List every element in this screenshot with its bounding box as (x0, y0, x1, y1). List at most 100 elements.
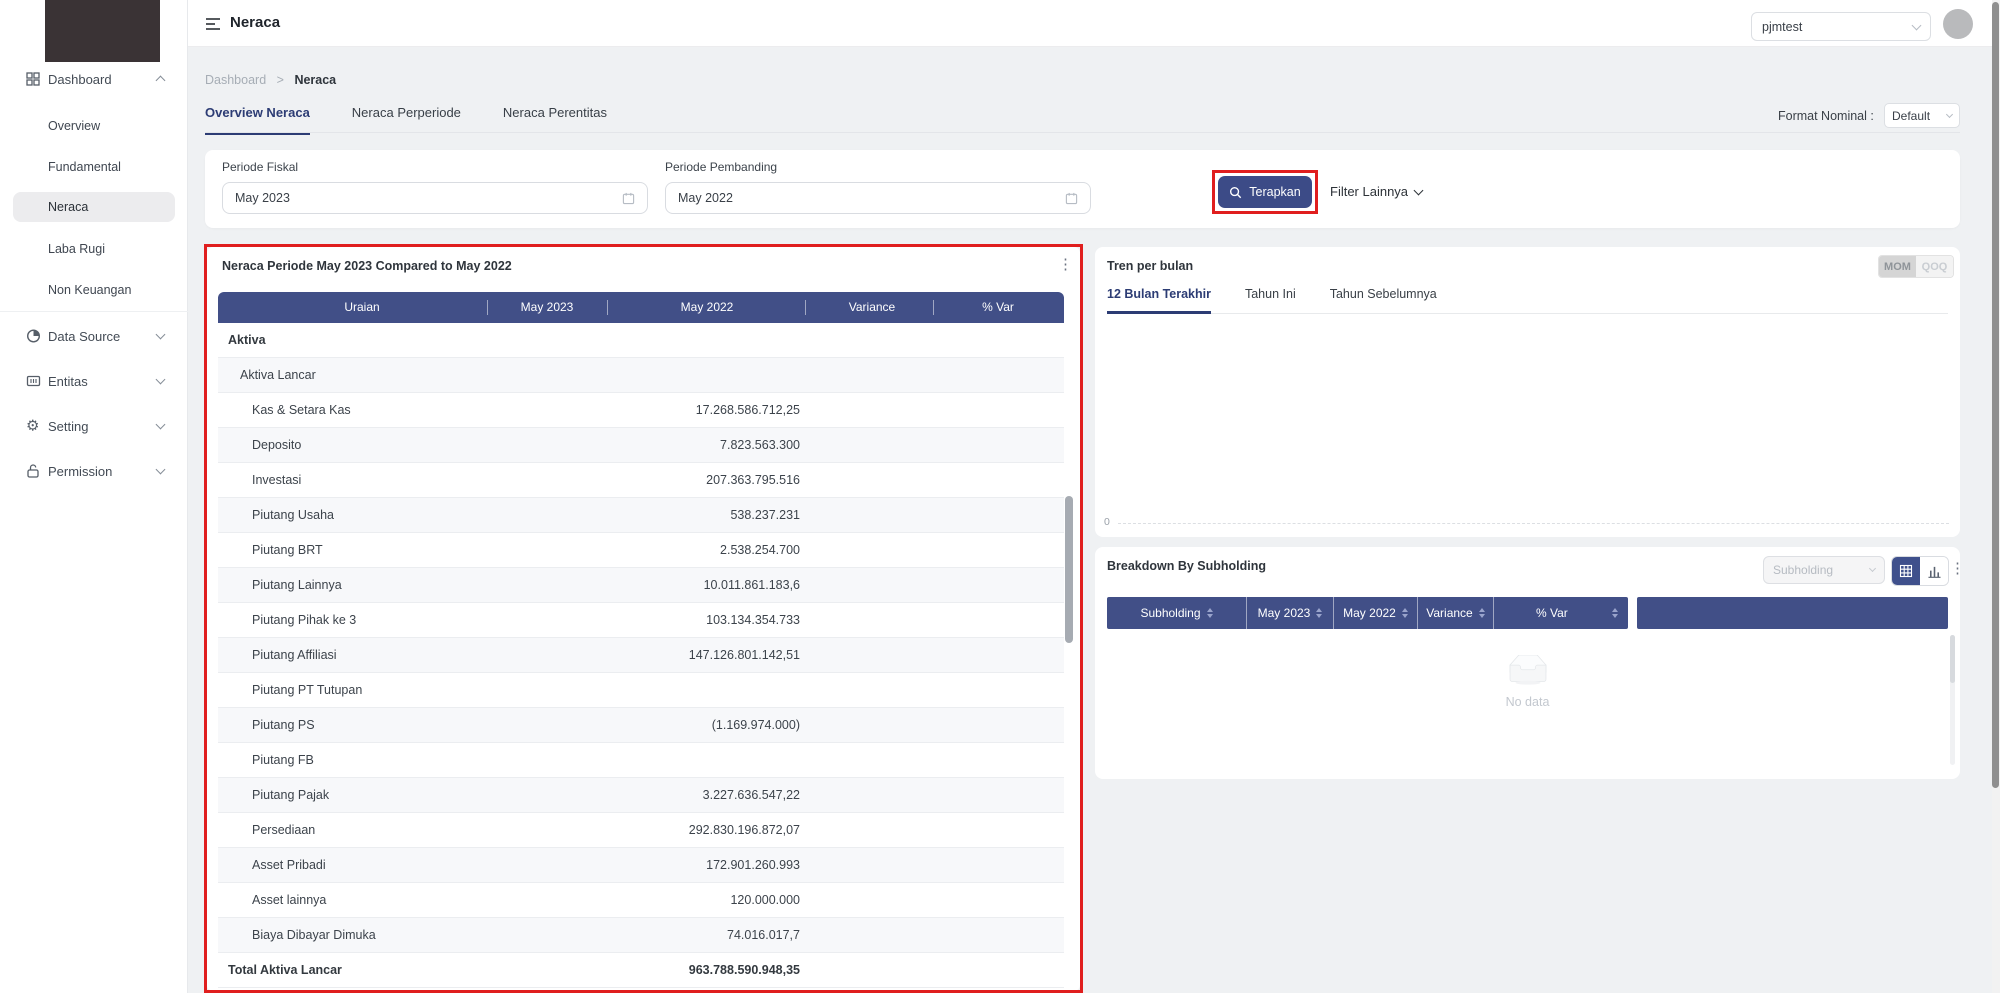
tab-12-bulan-terakhir[interactable]: 12 Bulan Terakhir (1107, 287, 1211, 314)
table-row: Aktiva Lancar (218, 358, 1064, 393)
calendar-icon (1065, 192, 1078, 205)
sidebar-item-data-source[interactable]: Data Source (0, 321, 188, 351)
mom-button[interactable]: MOM (1879, 256, 1916, 277)
filter-card: Periode Fiskal May 2023 Periode Pembandi… (205, 150, 1960, 228)
chart-view-button[interactable] (1920, 557, 1948, 585)
tren-card-title: Tren per bulan (1107, 259, 1193, 273)
table-row: Kas & Setara Kas17.268.586.712,25 (218, 393, 1064, 428)
header-filler (1637, 597, 1948, 629)
col-uraian: Uraian (344, 300, 379, 314)
subholding-select[interactable]: Subholding (1763, 556, 1885, 584)
gear-icon: ⚙ (26, 419, 39, 434)
menu-fold-icon[interactable] (205, 17, 221, 36)
tren-tabs: 12 Bulan Terakhir Tahun Ini Tahun Sebelu… (1107, 287, 1948, 314)
col-pct-var[interactable]: % Var (1494, 597, 1628, 629)
page-scrollbar[interactable] (1992, 2, 1999, 788)
breakdown-scrollbar[interactable] (1950, 635, 1955, 683)
chevron-down-icon (1912, 20, 1922, 30)
breadcrumb: Dashboard > Neraca (205, 73, 336, 87)
sidebar-item-entitas[interactable]: Entitas (0, 366, 188, 396)
table-row: Piutang Pihak ke 3103.134.354.733 (218, 603, 1064, 638)
tab-neraca-perentitas[interactable]: Neraca Perentitas (503, 105, 607, 135)
breadcrumb-item[interactable]: Dashboard (205, 73, 266, 87)
table-row: Piutang PS(1.169.974.000) (218, 708, 1064, 743)
tab-overview-neraca[interactable]: Overview Neraca (205, 105, 310, 135)
table-scrollbar[interactable] (1065, 496, 1073, 643)
breakdown-table-header: Subholding May 2023 May 2022 Variance % … (1107, 597, 1948, 629)
table-row: Asset Pribadi172.901.260.993 (218, 848, 1064, 883)
table-view-icon (1899, 564, 1913, 578)
mom-qoq-toggle: MOM QOQ (1878, 255, 1954, 278)
app-root: Dashboard Overview Fundamental Neraca La… (0, 0, 2000, 993)
sidebar-item-neraca[interactable]: Neraca (13, 192, 175, 222)
col-may-2022: May 2022 (681, 300, 734, 314)
table-row: Piutang Usaha538.237.231 (218, 498, 1064, 533)
table-row: Aktiva (218, 323, 1064, 358)
table-row: Biaya Dibayar Dimuka74.016.017,7 (218, 918, 1064, 953)
periode-fiskal-input[interactable]: May 2023 (222, 182, 648, 214)
user-select[interactable]: pjmtest (1751, 12, 1931, 41)
more-menu-icon[interactable]: ⋮ (1950, 561, 1965, 576)
table-row: Piutang Pajak3.227.636.547,22 (218, 778, 1064, 813)
more-menu-icon[interactable]: ⋮ (1058, 257, 1073, 272)
chevron-down-icon (156, 465, 166, 475)
topbar: Neraca pjmtest (188, 0, 2000, 47)
qoq-button[interactable]: QOQ (1916, 256, 1953, 277)
sidebar-item-label: Dashboard (48, 72, 112, 87)
page-title: Neraca (230, 14, 280, 31)
search-icon (1229, 186, 1242, 199)
table-row: Investasi207.363.795.516 (218, 463, 1064, 498)
tab-tahun-ini[interactable]: Tahun Ini (1245, 287, 1296, 313)
sidebar-item-laba-rugi[interactable]: Laba Rugi (0, 234, 188, 264)
chevron-down-icon (156, 375, 166, 385)
avatar[interactable] (1943, 9, 1973, 39)
chevron-up-icon (156, 76, 166, 86)
table-header: Uraian May 2023 May 2022 Variance % Var (218, 292, 1064, 323)
col-variance: Variance (849, 300, 895, 314)
empty-inbox-icon (1503, 655, 1553, 687)
table-row: Piutang Affiliasi147.126.801.142,51 (218, 638, 1064, 673)
sort-icon (1207, 608, 1213, 618)
periode-pembanding-input[interactable]: May 2022 (665, 182, 1091, 214)
bar-chart-icon (1928, 565, 1941, 578)
neraca-table-card: Neraca Periode May 2023 Compared to May … (207, 247, 1080, 991)
grid-icon (26, 72, 40, 86)
sidebar: Dashboard Overview Fundamental Neraca La… (0, 0, 188, 993)
format-nominal-label: Format Nominal : (1778, 109, 1874, 123)
sidebar-item-dashboard[interactable]: Dashboard (0, 64, 188, 94)
table-row: Piutang PT Tutupan (218, 673, 1064, 708)
sidebar-divider (0, 311, 188, 312)
filter-lainnya-button[interactable]: Filter Lainnya (1330, 184, 1422, 199)
table-view-button[interactable] (1892, 557, 1920, 585)
sidebar-item-fundamental[interactable]: Fundamental (0, 152, 188, 182)
col-may-2023[interactable]: May 2023 (1247, 597, 1334, 629)
table-row: Asset lainnya120.000.000 (218, 883, 1064, 918)
table-row: Piutang BRT2.538.254.700 (218, 533, 1064, 568)
card-icon (26, 374, 41, 389)
sidebar-item-non-keuangan[interactable]: Non Keuangan (0, 275, 188, 305)
col-may-2023: May 2023 (521, 300, 574, 314)
col-pct-var: % Var (982, 300, 1014, 314)
sidebar-item-setting[interactable]: ⚙ Setting (0, 411, 188, 441)
sort-icon (1316, 608, 1322, 618)
col-may-2022[interactable]: May 2022 (1334, 597, 1418, 629)
tab-neraca-perperiode[interactable]: Neraca Perperiode (352, 105, 461, 135)
sidebar-item-permission[interactable]: Permission (0, 456, 188, 486)
empty-text: No data (1506, 695, 1550, 709)
chevron-down-icon (1869, 565, 1876, 572)
terapkan-button[interactable]: Terapkan (1218, 176, 1312, 208)
format-nominal-select[interactable]: Default (1884, 103, 1960, 128)
breadcrumb-current: Neraca (294, 73, 336, 87)
sidebar-item-overview[interactable]: Overview (0, 111, 188, 141)
col-variance[interactable]: Variance (1418, 597, 1494, 629)
periode-pembanding-label: Periode Pembanding (665, 160, 777, 174)
tab-tahun-sebelumnya[interactable]: Tahun Sebelumnya (1330, 287, 1437, 313)
calendar-icon (622, 192, 635, 205)
y-axis-zero-label: 0 (1104, 516, 1110, 528)
chevron-down-icon (1946, 110, 1953, 117)
table-row-total: Total Aktiva Lancar963.788.590.948,35 (218, 953, 1064, 988)
zero-gridline (1118, 523, 1949, 524)
company-logo (45, 0, 160, 62)
col-subholding[interactable]: Subholding (1107, 597, 1247, 629)
breakdown-card: Breakdown By Subholding Subholding ⋮ Sub… (1095, 547, 1960, 779)
